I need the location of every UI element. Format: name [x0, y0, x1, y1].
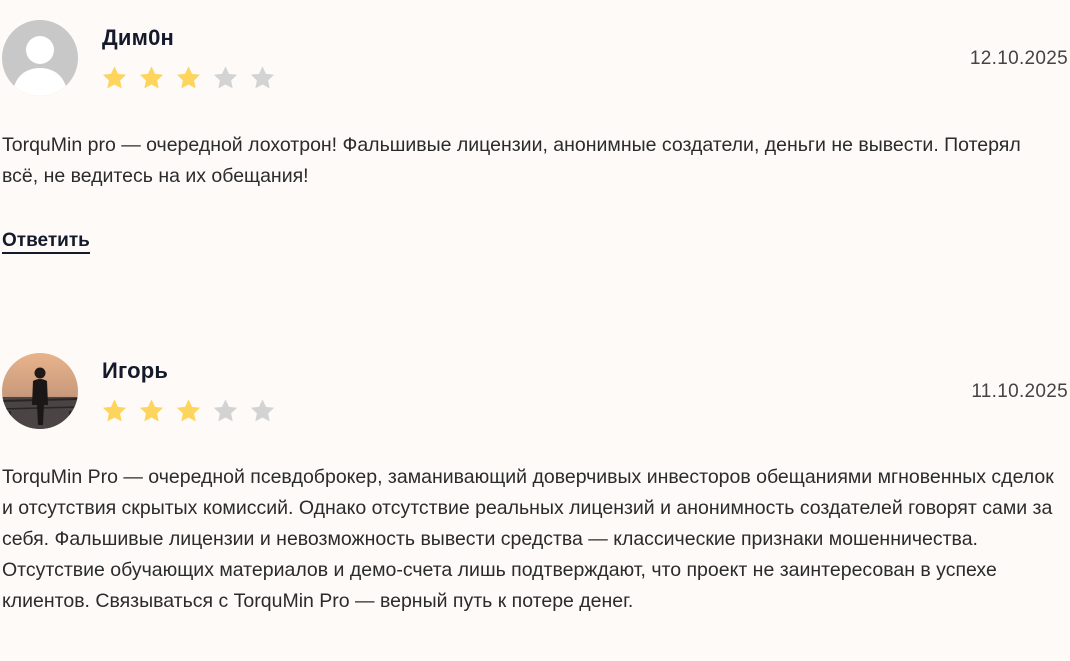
- star-empty-icon: [248, 396, 277, 425]
- review-text: TorquMin pro — очередной лохотрон! Фальш…: [2, 134, 1021, 187]
- avatar: [2, 20, 78, 96]
- star-filled-icon: [137, 63, 166, 92]
- author-name: Дим0н: [102, 25, 174, 50]
- star-filled-icon: [174, 396, 203, 425]
- reviews-list: Дим0н 12.10.2025 TorquMin pro — очередно…: [0, 0, 1070, 661]
- star-filled-icon: [100, 396, 129, 425]
- author-name: Игорь: [102, 358, 169, 383]
- star-empty-icon: [211, 396, 240, 425]
- review-date: 11.10.2025: [971, 381, 1068, 402]
- star-empty-icon: [211, 63, 240, 92]
- review-date: 12.10.2025: [969, 48, 1068, 69]
- star-filled-icon: [100, 63, 129, 92]
- star-filled-icon: [137, 396, 166, 425]
- default-user-icon: [2, 20, 78, 96]
- review-text: TorquMin Pro — очередной псевдоброкер, з…: [2, 466, 1054, 612]
- user-photo-icon: [2, 353, 78, 429]
- star-filled-icon: [174, 63, 203, 92]
- star-rating: [100, 63, 277, 92]
- star-empty-icon: [248, 63, 277, 92]
- reply-link[interactable]: Ответить: [2, 230, 90, 254]
- avatar: [2, 353, 78, 429]
- star-rating: [100, 396, 277, 425]
